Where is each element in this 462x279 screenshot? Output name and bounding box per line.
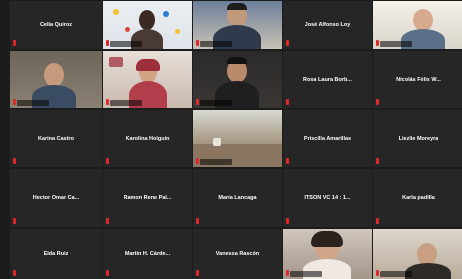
participant-video-tile[interactable] bbox=[193, 110, 282, 167]
muted-mic-icon bbox=[376, 218, 379, 224]
muted-mic-icon bbox=[106, 270, 109, 276]
participant-tile[interactable]: Liezlie Moreyra bbox=[373, 110, 462, 167]
muted-mic-icon bbox=[13, 99, 16, 105]
muted-mic-icon bbox=[13, 218, 16, 224]
participant-video-tile[interactable] bbox=[193, 1, 282, 49]
name-tag bbox=[380, 41, 412, 47]
muted-mic-icon bbox=[376, 99, 379, 105]
participant-tile[interactable]: María Lancaga bbox=[193, 169, 282, 227]
muted-mic-icon bbox=[286, 218, 289, 224]
participant-tile[interactable]: Hector Omar Ca... bbox=[10, 169, 102, 227]
participant-name: Rosa Laura Borb... bbox=[303, 76, 352, 83]
participant-video-tile[interactable] bbox=[103, 1, 192, 49]
muted-mic-icon bbox=[376, 270, 379, 276]
participant-tile[interactable]: José Alfonso Loy bbox=[283, 1, 372, 49]
muted-mic-icon bbox=[196, 270, 199, 276]
participant-name: Elda Ruiz bbox=[43, 251, 69, 257]
participant-name: Karina Castro bbox=[37, 135, 75, 142]
participant-tile[interactable]: Karolina Holguín bbox=[103, 110, 192, 167]
muted-mic-icon bbox=[13, 40, 16, 46]
participant-name: Nicolás Félix W... bbox=[396, 76, 441, 83]
participant-tile[interactable]: Celia Quiroz bbox=[10, 1, 102, 49]
muted-mic-icon bbox=[196, 40, 199, 46]
participant-tile[interactable]: Karla padilla bbox=[373, 169, 462, 227]
participant-name: Karla padilla bbox=[402, 195, 435, 201]
muted-mic-icon bbox=[376, 158, 379, 164]
participant-tile[interactable]: Karina Castro bbox=[10, 110, 102, 167]
participant-video-tile[interactable] bbox=[373, 1, 462, 49]
participant-name: Martin H. Cárde... bbox=[124, 251, 171, 257]
name-tag bbox=[110, 100, 142, 106]
participant-tile[interactable]: Martin H. Cárde... bbox=[103, 229, 192, 279]
name-tag bbox=[110, 41, 142, 47]
participant-video-tile[interactable] bbox=[193, 51, 282, 108]
muted-mic-icon bbox=[106, 40, 109, 46]
name-tag bbox=[17, 100, 49, 106]
name-tag bbox=[200, 159, 232, 165]
name-tag bbox=[200, 41, 232, 47]
participant-name: Hector Omar Ca... bbox=[32, 195, 80, 201]
participant-tile[interactable]: Priscilla Amarillas bbox=[283, 110, 372, 167]
participant-video-tile[interactable] bbox=[373, 229, 462, 279]
muted-mic-icon bbox=[196, 158, 199, 164]
participant-name: Vanessa Rascón bbox=[215, 251, 260, 257]
muted-mic-icon bbox=[13, 270, 16, 276]
participant-tile[interactable]: ITSON VC 14 : 1... bbox=[283, 169, 372, 227]
muted-mic-icon bbox=[286, 99, 289, 105]
participant-video-tile-active-speaker[interactable] bbox=[10, 51, 102, 108]
participant-name: ITSON VC 14 : 1... bbox=[304, 195, 351, 201]
participant-name: Celia Quiroz bbox=[39, 22, 73, 28]
muted-mic-icon bbox=[196, 218, 199, 224]
muted-mic-icon bbox=[286, 40, 289, 46]
muted-mic-icon bbox=[286, 158, 289, 164]
name-tag bbox=[200, 100, 232, 106]
muted-mic-icon bbox=[196, 99, 199, 105]
participant-tile[interactable]: Elda Ruiz bbox=[10, 229, 102, 279]
participant-name: María Lancaga bbox=[218, 195, 257, 201]
participant-tile[interactable]: Rosa Laura Borb... bbox=[283, 51, 372, 108]
muted-mic-icon bbox=[106, 158, 109, 164]
participant-name: Karolina Holguín bbox=[125, 135, 170, 142]
participant-name: Priscilla Amarillas bbox=[303, 135, 352, 142]
participant-tile[interactable]: Vanessa Rascón bbox=[193, 229, 282, 279]
muted-mic-icon bbox=[13, 158, 16, 164]
muted-mic-icon bbox=[106, 218, 109, 224]
participant-tile[interactable]: Nicolás Félix W... bbox=[373, 51, 462, 108]
muted-mic-icon bbox=[376, 40, 379, 46]
video-gallery-grid: Celia Quiroz José Alfonso Loy Rosa Laura… bbox=[0, 0, 462, 279]
participant-video-tile[interactable] bbox=[103, 51, 192, 108]
muted-mic-icon bbox=[286, 270, 289, 276]
muted-mic-icon bbox=[106, 99, 109, 105]
participant-name: Liezlie Moreyra bbox=[398, 135, 439, 142]
name-tag bbox=[380, 271, 412, 277]
participant-video-tile[interactable] bbox=[283, 229, 372, 279]
name-tag bbox=[290, 271, 322, 277]
participant-name: José Alfonso Loy bbox=[304, 22, 351, 28]
participant-tile[interactable]: Ramon Rene Pal... bbox=[103, 169, 192, 227]
participant-name: Ramon Rene Pal... bbox=[123, 195, 172, 201]
